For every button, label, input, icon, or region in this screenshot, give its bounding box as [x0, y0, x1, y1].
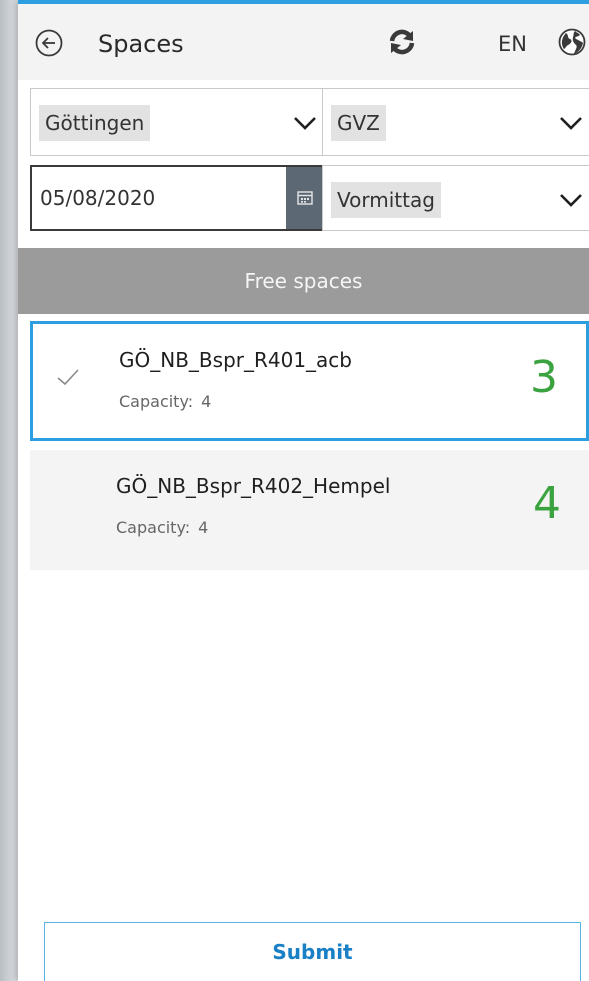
location-select-value: Göttingen	[39, 105, 151, 141]
spaces-app: Spaces EN Göttingen GVZ 05/08/2020 Vormi…	[18, 0, 589, 981]
building-select-value: GVZ	[331, 105, 386, 141]
app-window: Spaces EN Göttingen GVZ 05/08/2020 Vormi…	[0, 0, 589, 981]
period-select-value: Vormittag	[331, 182, 441, 218]
free-count: 4	[533, 478, 561, 529]
back-button[interactable]	[32, 26, 66, 60]
space-name: GÖ_NB_Bspr_R402_Hempel	[116, 474, 391, 498]
chevron-down-icon	[560, 194, 582, 207]
free-count: 3	[530, 352, 558, 403]
space-name: GÖ_NB_Bspr_R401_acb	[119, 348, 352, 372]
building-select[interactable]: GVZ	[322, 88, 589, 156]
chevron-down-icon	[294, 117, 316, 130]
header-bar: Spaces EN	[18, 4, 589, 80]
checkmark-icon	[57, 369, 79, 386]
space-list-item[interactable]: GÖ_NB_Bspr_R401_acb Capacity: 4 3	[30, 321, 589, 441]
submit-button[interactable]: Submit	[44, 922, 581, 981]
location-select[interactable]: Göttingen	[30, 88, 326, 156]
capacity-label: Capacity:	[116, 518, 191, 537]
calendar-icon	[297, 191, 313, 205]
space-list-item[interactable]: GÖ_NB_Bspr_R402_Hempel Capacity: 4 4	[30, 450, 589, 570]
back-arrow-circle-icon	[35, 29, 63, 57]
window-edge	[0, 0, 18, 981]
capacity-value: 4	[201, 392, 212, 411]
space-capacity: Capacity: 4	[116, 518, 208, 537]
page-title: Spaces	[98, 30, 184, 58]
capacity-label: Capacity:	[119, 392, 194, 411]
refresh-icon	[389, 29, 415, 55]
date-input[interactable]: 05/08/2020	[30, 165, 326, 231]
globe-icon	[558, 28, 586, 56]
space-capacity: Capacity: 4	[119, 392, 211, 411]
period-select[interactable]: Vormittag	[322, 165, 589, 231]
language-code[interactable]: EN	[498, 32, 527, 56]
language-button[interactable]	[554, 24, 589, 60]
date-input-value: 05/08/2020	[40, 186, 156, 210]
free-spaces-banner: Free spaces	[18, 248, 589, 314]
calendar-button[interactable]	[286, 167, 324, 229]
capacity-value: 4	[198, 518, 209, 537]
chevron-down-icon	[560, 117, 582, 130]
refresh-button[interactable]	[384, 24, 420, 60]
